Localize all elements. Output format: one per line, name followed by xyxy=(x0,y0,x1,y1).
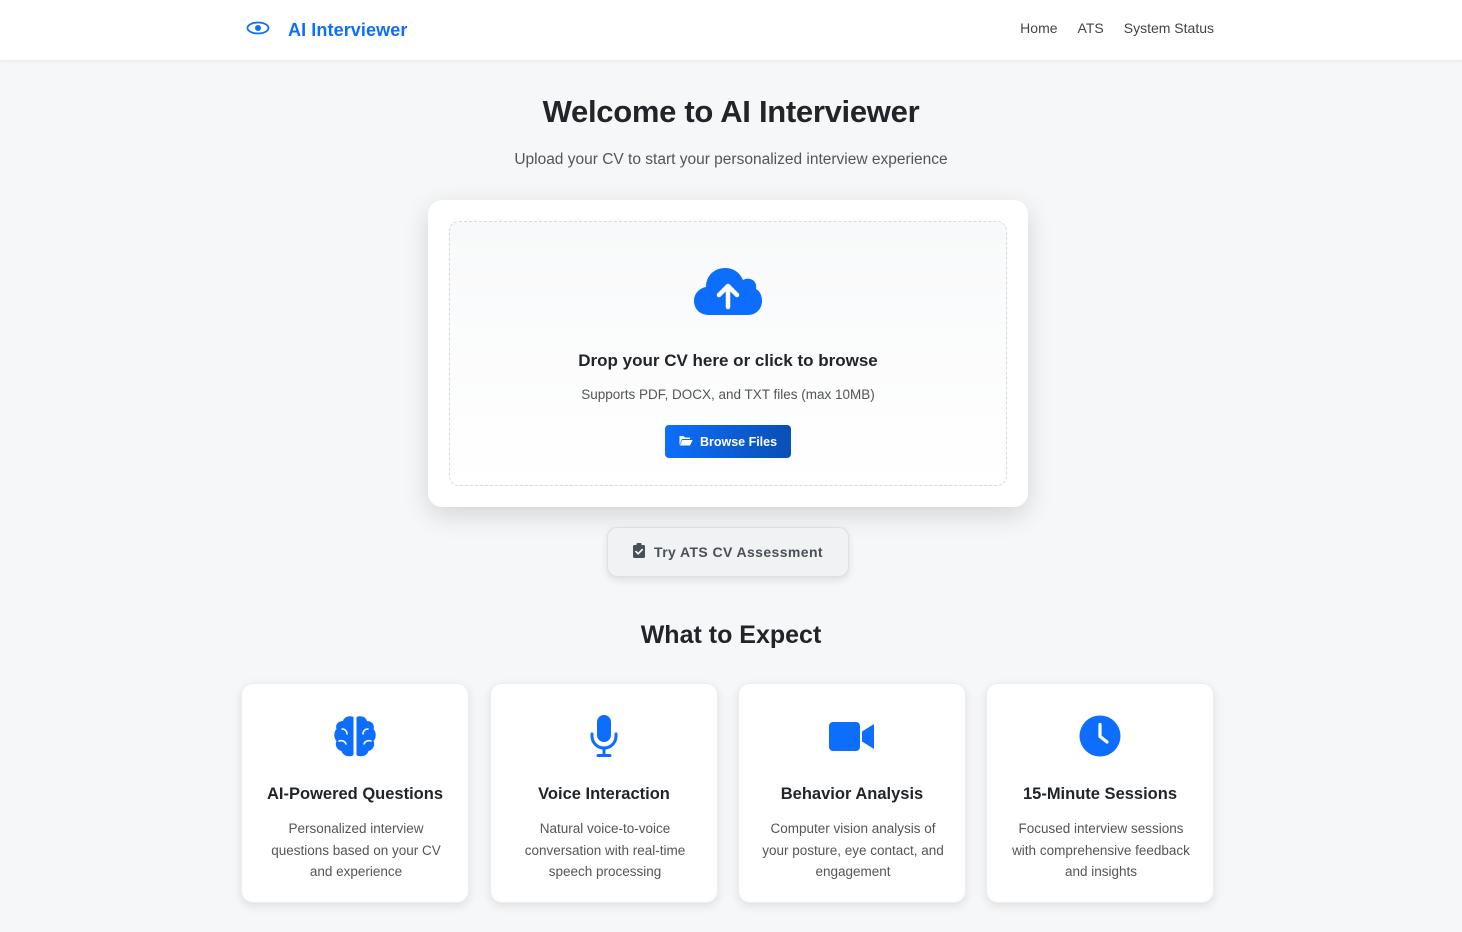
browse-files-button[interactable]: Browse Files xyxy=(665,425,791,458)
feature-title: AI-Powered Questions xyxy=(266,785,444,803)
clipboard-check-icon xyxy=(633,543,646,561)
nav-link-system-status[interactable]: System Status xyxy=(1124,20,1214,36)
try-ats-assessment-button[interactable]: Try ATS CV Assessment xyxy=(607,527,849,577)
folder-open-icon xyxy=(679,435,693,449)
feature-title: Voice Interaction xyxy=(538,785,670,803)
nav-link-home[interactable]: Home xyxy=(1020,20,1057,36)
brand-name: AI Interviewer xyxy=(288,19,408,40)
feature-card: Behavior Analysis Computer vision analys… xyxy=(738,683,966,903)
section-title-what-to-expect: What to Expect xyxy=(640,621,822,649)
video-camera-icon xyxy=(739,714,965,758)
drop-zone-title: Drop your CV here or click to browse xyxy=(578,351,878,370)
nav-links: Home ATS System Status xyxy=(1020,20,1214,36)
microphone-icon xyxy=(491,714,717,758)
feature-title: 15-Minute Sessions xyxy=(1022,785,1178,803)
drop-zone-subtitle: Supports PDF, DOCX, and TXT files (max 1… xyxy=(581,387,875,402)
top-navbar: AI Interviewer Home ATS System Status xyxy=(0,0,1462,60)
feature-card: Voice Interaction Natural voice-to-voice… xyxy=(490,683,718,903)
cv-drop-zone[interactable]: Drop your CV here or click to browse Sup… xyxy=(449,221,1007,486)
page-title: Welcome to AI Interviewer xyxy=(542,94,920,129)
browse-files-label: Browse Files xyxy=(699,434,778,449)
upload-card: Drop your CV here or click to browse Sup… xyxy=(428,200,1028,507)
page-subtitle: Upload your CV to start your personalize… xyxy=(514,151,948,168)
feature-description: Natural voice-to-voice conversation with… xyxy=(524,821,686,879)
feature-description: Personalized interview questions based o… xyxy=(271,821,441,879)
try-ats-assessment-label: Try ATS CV Assessment xyxy=(654,544,823,560)
feature-description: Focused interview sessions with comprehe… xyxy=(1012,821,1190,879)
feature-title: Behavior Analysis xyxy=(780,785,924,803)
brand-logo-link[interactable]: AI Interviewer xyxy=(246,18,407,42)
nav-link-ats[interactable]: ATS xyxy=(1078,20,1104,36)
cloud-upload-icon xyxy=(694,266,762,321)
feature-card: AI-Powered Questions Personalized interv… xyxy=(241,683,469,903)
eye-icon xyxy=(246,20,270,41)
feature-card: 15-Minute Sessions Focused interview ses… xyxy=(986,683,1214,903)
clock-icon xyxy=(987,714,1213,758)
feature-description: Computer vision analysis of your posture… xyxy=(762,821,944,879)
brain-icon xyxy=(242,714,468,758)
